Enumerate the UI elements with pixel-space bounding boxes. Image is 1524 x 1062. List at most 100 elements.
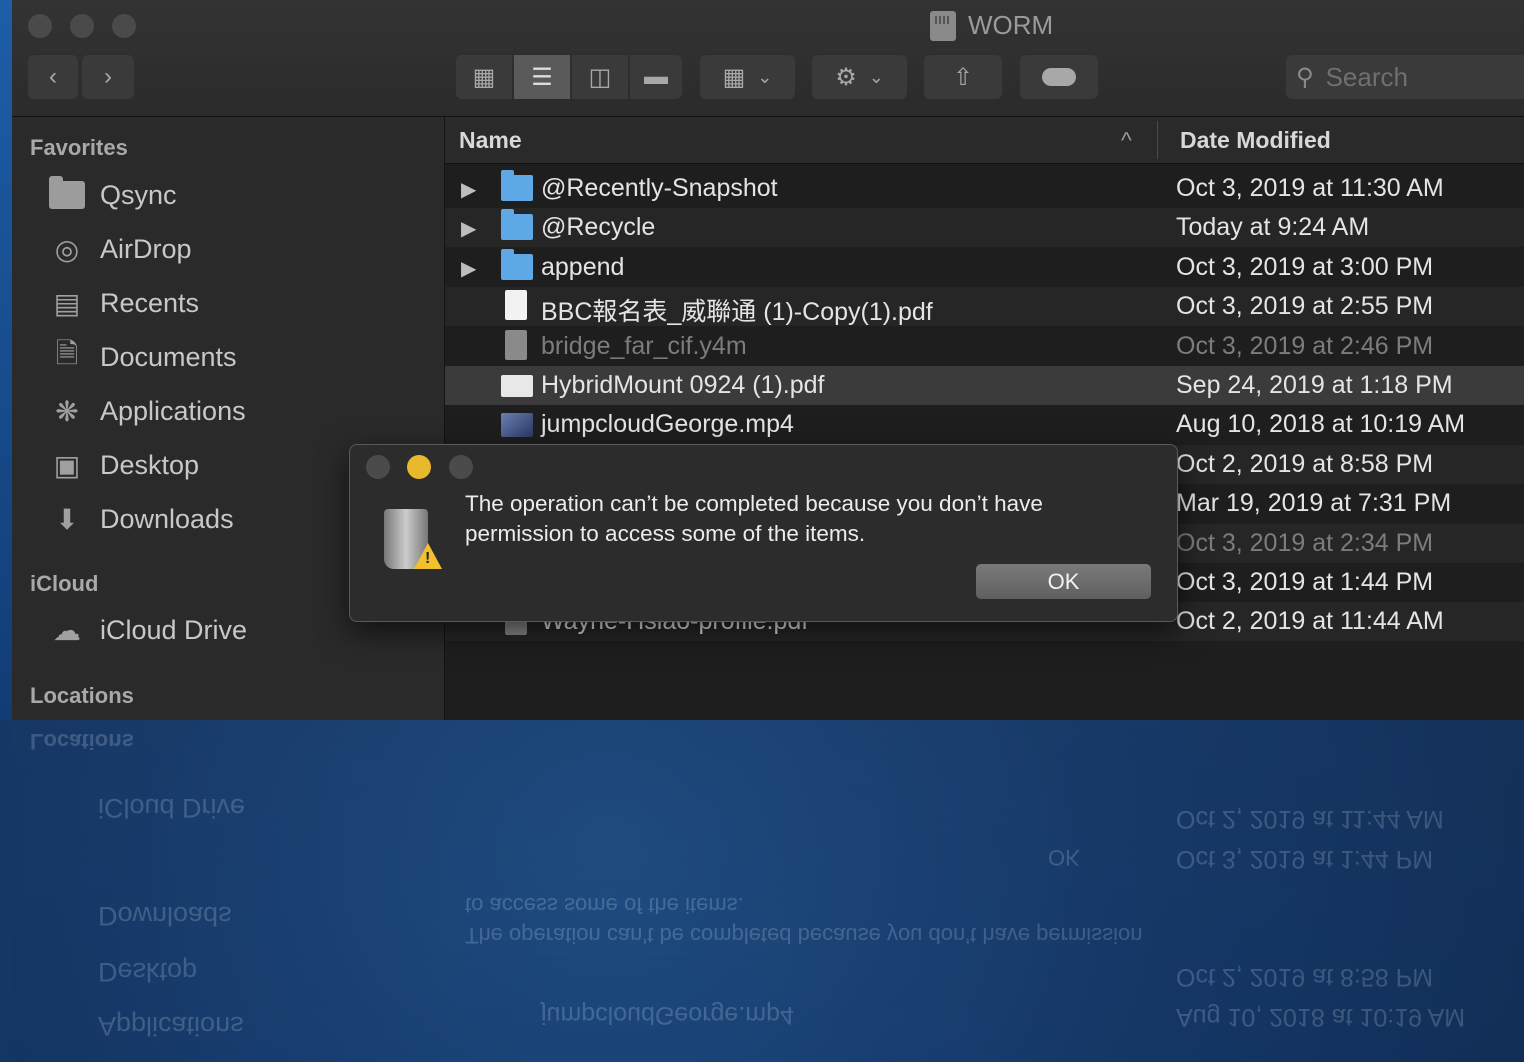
- file-row[interactable]: ▶ append Oct 3, 2019 at 3:00 PM: [445, 248, 1524, 287]
- sidebar-item-applications[interactable]: ❋ Applications: [48, 389, 245, 433]
- permission-error-dialog: The operation can’t be completed because…: [349, 444, 1178, 622]
- sidebar-item-airdrop[interactable]: ◎ AirDrop: [48, 227, 192, 271]
- chevron-left-icon: ‹: [49, 63, 57, 90]
- window-title-label: WORM: [968, 10, 1054, 40]
- folder-icon: [501, 170, 533, 201]
- file-date: Oct 2, 2019 at 8:58 PM: [1176, 450, 1434, 478]
- list-view-button[interactable]: ☰: [514, 55, 570, 99]
- date-modified-column-header[interactable]: Date Modified: [1180, 127, 1331, 154]
- share-icon: ⇧: [952, 63, 974, 91]
- sidebar-item-recents[interactable]: ▤ Recents: [48, 281, 199, 325]
- folder-icon: [501, 209, 533, 240]
- gallery-view-button[interactable]: ▬: [630, 55, 682, 99]
- minimize-window-button[interactable]: [70, 14, 94, 38]
- dialog-message: The operation can’t be completed because…: [465, 491, 1043, 546]
- ok-button[interactable]: OK: [976, 564, 1151, 599]
- file-row[interactable]: ▶ @Recycle Today at 9:24 AM: [445, 208, 1524, 247]
- file-date: Sep 24, 2019 at 1:18 PM: [1176, 371, 1453, 399]
- search-input[interactable]: [1323, 60, 1508, 94]
- sidebar-item-desktop[interactable]: ▣ Desktop: [48, 443, 199, 487]
- file-row[interactable]: BBC報名表_威聯通 (1)-Copy(1).pdf Oct 3, 2019 a…: [445, 287, 1524, 326]
- icon-view-icon: ▦: [472, 63, 496, 91]
- file-date: Oct 3, 2019 at 2:55 PM: [1176, 292, 1434, 320]
- dialog-minimize-button[interactable]: [407, 455, 431, 479]
- reflection-date: Oct 2, 2019 at 8:58 PM: [1176, 963, 1434, 991]
- reflection-applications: Applications: [98, 1011, 244, 1041]
- sidebar: Favorites Qsync ◎ AirDrop ▤ Recents 🗎 Do…: [12, 117, 445, 720]
- action-button[interactable]: ⚙ ⌄: [812, 55, 907, 99]
- group-by-icon: ▦: [722, 63, 746, 91]
- sidebar-heading-locations: Locations: [30, 683, 134, 708]
- file-row[interactable]: bridge_far_cif.y4m Oct 3, 2019 at 2:46 P…: [445, 327, 1524, 366]
- gear-icon: ⚙: [835, 63, 857, 91]
- forward-button[interactable]: ›: [82, 55, 134, 99]
- downloads-icon: ⬇: [55, 503, 79, 535]
- pdf-file-icon: [501, 375, 533, 397]
- column-divider[interactable]: [1157, 121, 1158, 159]
- search-icon: ⚲: [1296, 63, 1314, 91]
- folder-icon: [501, 249, 533, 280]
- sidebar-heading-icloud: iCloud: [30, 571, 99, 596]
- file-row[interactable]: ▶ @Recently-Snapshot Oct 3, 2019 at 11:3…: [445, 169, 1524, 208]
- file-date: Aug 10, 2018 at 10:19 AM: [1176, 410, 1466, 438]
- back-button[interactable]: ‹: [28, 55, 78, 99]
- group-by-button[interactable]: ▦ ⌄: [700, 55, 795, 99]
- file-name: jumpcloudGeorge.mp4: [541, 410, 794, 438]
- sidebar-item-icloud-drive[interactable]: ☁ iCloud Drive: [48, 608, 247, 652]
- dialog-close-button[interactable]: [366, 455, 390, 479]
- sidebar-item-qsync[interactable]: Qsync: [48, 173, 177, 217]
- reflection-desktop: Desktop: [98, 957, 198, 987]
- sidebar-heading-favorites: Favorites: [30, 135, 128, 160]
- tag-button[interactable]: [1020, 55, 1098, 99]
- reflection-locations: Locations: [30, 729, 134, 754]
- icon-view-button[interactable]: ▦: [456, 55, 512, 99]
- sidebar-item-label: iCloud Drive: [100, 614, 248, 645]
- chevron-right-icon: ›: [104, 63, 112, 90]
- cloud-icon: ☁: [53, 614, 81, 646]
- documents-icon: 🗎: [55, 338, 79, 369]
- close-window-button[interactable]: [28, 14, 52, 38]
- file-name: bridge_far_cif.y4m: [541, 332, 747, 360]
- sidebar-item-label: Qsync: [100, 179, 177, 210]
- column-view-button[interactable]: ◫: [572, 55, 628, 99]
- column-header: Name ^ Date Modified: [445, 117, 1524, 164]
- reflection-date: Oct 2, 2019 at 11:44 AM: [1176, 805, 1444, 833]
- file-date: Oct 3, 2019 at 2:46 PM: [1176, 332, 1434, 360]
- share-button[interactable]: ⇧: [924, 55, 1002, 99]
- dialog-zoom-button[interactable]: [449, 455, 473, 479]
- disclosure-triangle-icon[interactable]: ▶: [461, 177, 476, 202]
- file-row[interactable]: jumpcloudGeorge.mp4 Aug 10, 2018 at 10:1…: [445, 405, 1524, 444]
- trash-warning-icon: [384, 503, 442, 571]
- search-field[interactable]: ⚲: [1286, 55, 1524, 99]
- file-date: Today at 9:24 AM: [1176, 213, 1370, 241]
- file-icon: [505, 330, 527, 360]
- disclosure-triangle-icon[interactable]: ▶: [461, 256, 476, 281]
- disclosure-triangle-icon[interactable]: ▶: [461, 216, 476, 241]
- sidebar-item-label: AirDrop: [100, 233, 192, 264]
- file-row-selected[interactable]: HybridMount 0924 (1).pdf Sep 24, 2019 at…: [445, 366, 1524, 405]
- folder-icon: [48, 176, 86, 212]
- sort-ascending-icon[interactable]: ^: [1121, 127, 1132, 154]
- sidebar-item-label: Documents: [100, 341, 237, 372]
- airdrop-icon: ◎: [54, 233, 80, 265]
- zoom-window-button[interactable]: [112, 14, 136, 38]
- sidebar-item-label: Downloads: [100, 503, 234, 534]
- toolbar: WORM ‹ › ▦ ☰ ◫ ▬ ▦ ⌄ ⚙ ⌄ ⇧ ⚲ Search: [12, 0, 1524, 117]
- list-view-icon: ☰: [531, 63, 553, 91]
- file-name: BBC報名表_威聯通 (1)-Copy(1).pdf: [541, 298, 933, 326]
- sidebar-item-label: Desktop: [100, 449, 200, 480]
- reflection-date: Oct 3, 2019 at 1:44 PM: [1176, 845, 1434, 873]
- window-title: WORM: [930, 10, 1053, 41]
- name-column-header[interactable]: Name: [459, 127, 522, 154]
- column-view-icon: ◫: [588, 63, 612, 91]
- reflection-downloads: Downloads: [98, 901, 232, 931]
- file-date: Oct 3, 2019 at 1:44 PM: [1176, 568, 1434, 596]
- reflection-ok: OK: [1048, 845, 1080, 870]
- file-date: Oct 3, 2019 at 11:30 AM: [1176, 174, 1444, 202]
- sidebar-item-documents[interactable]: 🗎 Documents: [48, 335, 237, 379]
- file-name: @Recycle: [541, 213, 656, 241]
- sidebar-item-downloads[interactable]: ⬇ Downloads: [48, 497, 234, 541]
- chevron-down-icon: ⌄: [757, 66, 773, 87]
- applications-icon: ❋: [55, 395, 79, 427]
- reflection-file: jumpcloudGeorge.mp4: [541, 1001, 794, 1029]
